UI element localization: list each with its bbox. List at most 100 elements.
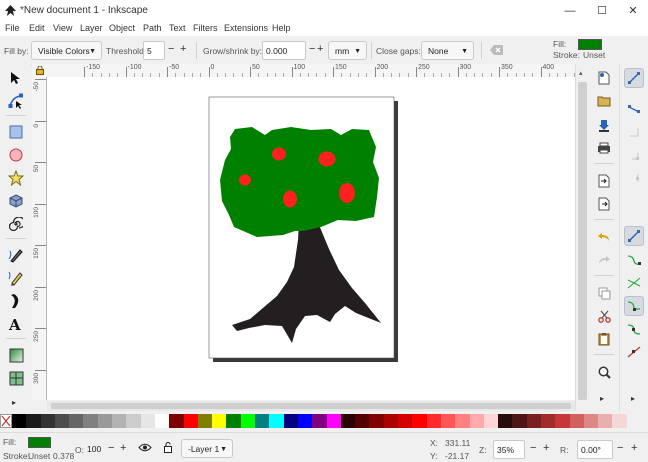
palette-swatch[interactable] — [269, 414, 284, 428]
palette-swatch[interactable] — [398, 414, 413, 428]
ellipse-tool-button[interactable] — [7, 146, 25, 164]
rectangle-tool-button[interactable] — [7, 123, 25, 141]
snap-enable-toggle[interactable] — [624, 68, 644, 88]
palette-swatch[interactable] — [412, 414, 427, 428]
palette-swatch[interactable] — [126, 414, 141, 428]
opacity-increment-button[interactable]: + — [120, 442, 126, 454]
palette-swatch[interactable] — [212, 414, 227, 428]
text-tool-button[interactable]: A — [7, 315, 25, 333]
menu-path[interactable]: Path — [143, 23, 162, 33]
palette-swatch[interactable] — [326, 414, 341, 428]
close-button[interactable]: ✕ — [618, 0, 648, 22]
redo-button[interactable] — [594, 250, 614, 270]
snap-bbox-edge-toggle[interactable] — [624, 122, 644, 142]
palette-swatch[interactable] — [355, 414, 370, 428]
unit-select[interactable]: mm ▼ — [328, 41, 367, 60]
palette-swatch[interactable] — [483, 414, 499, 428]
threshold-input[interactable]: 5 — [143, 41, 165, 60]
fill-color-swatch[interactable] — [578, 39, 602, 50]
fill-by-select[interactable]: Visible Colors ▼ — [31, 41, 102, 60]
palette-swatch[interactable] — [26, 414, 41, 428]
selector-tool-button[interactable] — [7, 69, 25, 87]
cut-button[interactable] — [594, 306, 614, 326]
gradient-tool-button[interactable] — [7, 346, 25, 364]
print-button[interactable] — [594, 138, 614, 158]
layer-select[interactable]: -Layer 1 ▼ — [181, 439, 233, 458]
menu-text[interactable]: Text — [169, 23, 186, 33]
3d-box-tool-button[interactable] — [7, 192, 25, 210]
horizontal-scrollbar[interactable] — [47, 401, 575, 411]
palette-swatch[interactable] — [297, 414, 313, 428]
palette-swatch[interactable] — [469, 414, 484, 428]
palette-swatch[interactable] — [197, 414, 213, 428]
zoom-button[interactable] — [594, 362, 614, 382]
palette-swatch[interactable] — [226, 414, 241, 428]
zoom-decrement-button[interactable]: − — [530, 442, 536, 454]
snap-cusp-toggle[interactable] — [624, 296, 644, 316]
palette-swatch[interactable] — [169, 414, 184, 428]
opacity-decrement-button[interactable]: − — [108, 442, 114, 454]
snap-bbox-corner-toggle[interactable] — [624, 145, 644, 165]
reset-eraser-icon[interactable] — [490, 45, 503, 55]
palette-swatch[interactable] — [598, 414, 613, 428]
star-tool-button[interactable] — [7, 169, 25, 187]
rotate-decrement-button[interactable]: − — [617, 442, 623, 454]
drawing-canvas[interactable] — [47, 77, 575, 400]
threshold-increment-button[interactable]: + — [180, 43, 186, 55]
snap-smooth-toggle[interactable] — [624, 319, 644, 339]
calligraphy-tool-button[interactable] — [7, 292, 25, 310]
palette-swatch[interactable] — [140, 414, 155, 428]
vertical-scrollbar[interactable]: ▴ — [575, 64, 589, 410]
palette-swatch[interactable] — [69, 414, 84, 428]
palette-swatch[interactable] — [312, 414, 327, 428]
close-gaps-select[interactable]: None ▼ — [421, 41, 474, 60]
undo-button[interactable] — [594, 227, 614, 247]
new-document-button[interactable] — [594, 68, 614, 88]
node-tool-button[interactable] — [7, 92, 25, 110]
horizontal-scroll-thumb[interactable] — [51, 403, 571, 409]
palette-swatch[interactable] — [12, 414, 27, 428]
layer-lock-icon[interactable] — [164, 442, 172, 453]
palette-swatch[interactable] — [555, 414, 570, 428]
menu-filters[interactable]: Filters — [193, 23, 218, 33]
grow-shrink-decrement-button[interactable]: − — [309, 43, 315, 55]
palette-swatch[interactable] — [569, 414, 584, 428]
palette-swatch[interactable] — [612, 414, 627, 428]
palette-swatch[interactable] — [583, 414, 599, 428]
rotate-input[interactable]: 0.00° — [577, 440, 613, 459]
menu-edit[interactable]: Edit — [29, 23, 45, 33]
menu-view[interactable]: View — [53, 23, 72, 33]
no-paint-swatch[interactable] — [0, 414, 12, 428]
open-document-button[interactable] — [594, 91, 614, 111]
palette-swatch[interactable] — [40, 414, 55, 428]
snap-path-toggle[interactable] — [624, 250, 644, 270]
commands-more-chevron-icon[interactable]: ▸ — [600, 394, 604, 403]
palette-swatch[interactable] — [369, 414, 384, 428]
palette-swatch[interactable] — [54, 414, 70, 428]
menu-extensions[interactable]: Extensions — [224, 23, 268, 33]
palette-swatch[interactable] — [154, 414, 170, 428]
palette-swatch[interactable] — [283, 414, 298, 428]
save-document-button[interactable] — [594, 115, 614, 135]
palette-swatch[interactable] — [340, 414, 356, 428]
pencil-tool-button[interactable] — [7, 269, 25, 287]
snap-line-midpoint-toggle[interactable] — [624, 342, 644, 362]
snap-nodes-toggle[interactable] — [624, 226, 644, 246]
grow-shrink-input[interactable]: 0.000 — [262, 41, 306, 60]
palette-swatch[interactable] — [255, 414, 270, 428]
eye-visibility-icon[interactable] — [138, 443, 152, 452]
palette-swatch[interactable] — [97, 414, 113, 428]
pen-tool-button[interactable] — [7, 246, 25, 264]
minimize-button[interactable]: — — [555, 0, 585, 22]
palette-swatch[interactable] — [540, 414, 556, 428]
toolbox-more-chevron-icon[interactable]: ▸ — [12, 398, 16, 407]
ruler-corner-lock[interactable] — [32, 64, 47, 78]
palette-swatch[interactable] — [83, 414, 98, 428]
palette-swatch[interactable] — [240, 414, 256, 428]
status-fill-swatch[interactable] — [28, 437, 51, 448]
copy-button[interactable] — [594, 283, 614, 303]
zoom-increment-button[interactable]: + — [543, 442, 549, 454]
palette-swatch[interactable] — [498, 414, 513, 428]
palette-swatch[interactable] — [112, 414, 127, 428]
snap-intersection-toggle[interactable] — [624, 273, 644, 293]
